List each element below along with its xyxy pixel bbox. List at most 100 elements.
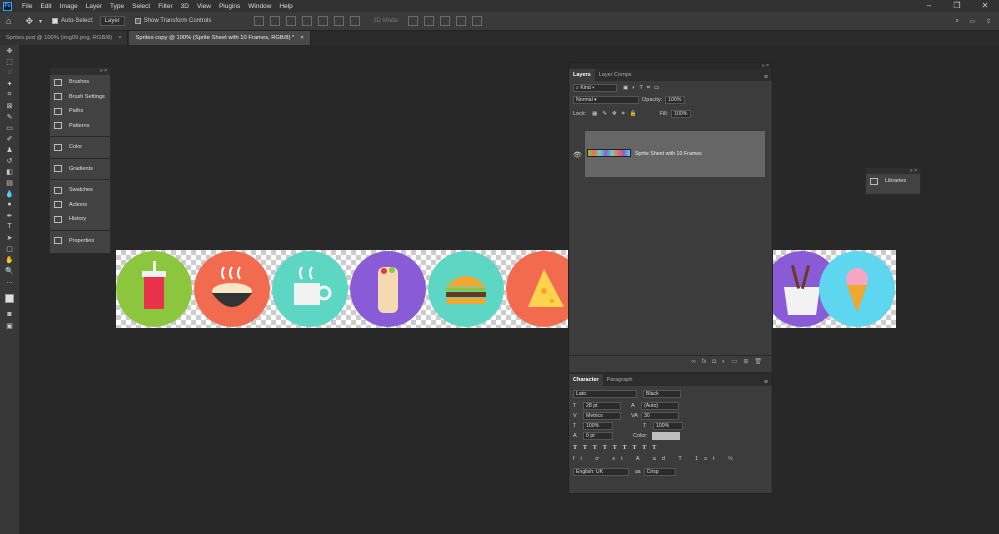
panel-paths[interactable]: Paths <box>50 104 110 119</box>
type-style-buttons[interactable]: TTTTTTTTT <box>569 445 772 451</box>
menu-type[interactable]: Type <box>106 3 128 10</box>
more-icon[interactable] <box>350 16 361 26</box>
font-size-field[interactable]: 28 pt <box>583 402 621 410</box>
leading-field[interactable]: (Auto) <box>641 402 679 410</box>
language-dropdown[interactable]: English: UK <box>573 468 629 476</box>
fill-field[interactable]: 100% <box>671 110 692 118</box>
tab-layers[interactable]: Layers <box>569 69 595 81</box>
search-icon[interactable]: ⌕ <box>956 18 959 25</box>
panel-libraries[interactable]: Libraries <box>866 174 920 189</box>
color-swatches-icon[interactable] <box>0 287 19 309</box>
roll-3d-icon[interactable] <box>424 16 435 26</box>
maximize-icon[interactable]: ❐ <box>943 0 971 12</box>
new-layer-icon[interactable]: ⊞ <box>743 358 748 365</box>
frame-tool-icon[interactable]: ⊠ <box>0 100 19 111</box>
menu-help[interactable]: Help <box>275 3 296 10</box>
align-middle-icon[interactable] <box>318 16 329 26</box>
tab-paragraph[interactable]: Paragraph <box>603 374 637 386</box>
trash-icon[interactable]: 🗑 <box>754 358 762 365</box>
align-right-icon[interactable] <box>286 16 297 26</box>
align-left-icon[interactable] <box>254 16 265 26</box>
kerning-field[interactable]: Metrics <box>583 412 621 420</box>
group-icon[interactable]: ▭ <box>732 358 738 365</box>
brush-tool-icon[interactable]: ✐ <box>0 133 19 144</box>
baseline-field[interactable]: 0 pt <box>583 432 613 440</box>
menu-file[interactable]: File <box>18 3 36 10</box>
font-family-dropdown[interactable]: Lato <box>573 390 637 398</box>
menu-view[interactable]: View <box>193 3 215 10</box>
font-style-dropdown[interactable]: Black <box>643 390 681 398</box>
align-top-icon[interactable] <box>302 16 313 26</box>
menu-window[interactable]: Window <box>244 3 275 10</box>
panel-header[interactable]: » × <box>50 68 110 75</box>
text-color-swatch[interactable] <box>651 432 680 440</box>
horizontal-scale-field[interactable]: 100% <box>653 422 683 430</box>
opentype-buttons[interactable]: fi ơ st A ad T 1st ½ <box>569 456 772 462</box>
fx-icon[interactable]: fx <box>702 359 707 365</box>
type-tool-icon[interactable]: T <box>0 221 19 232</box>
history-brush-icon[interactable]: ↺ <box>0 155 19 166</box>
blend-mode-dropdown[interactable]: Normal ▾ <box>573 96 639 104</box>
antialias-dropdown[interactable]: Crisp <box>643 468 676 476</box>
lock-icons[interactable]: ▦✎✥⌗🔒 <box>592 111 641 118</box>
panel-actions[interactable]: Actions <box>50 198 110 213</box>
panel-menu-icon[interactable]: ≡ <box>764 379 768 386</box>
panel-menu-icon[interactable]: ≡ <box>764 74 768 81</box>
blur-tool-icon[interactable]: 💧 <box>0 188 19 199</box>
align-center-icon[interactable] <box>270 16 281 26</box>
panel-brush-settings[interactable]: Brush Settings <box>50 90 110 105</box>
kind-filter-dropdown[interactable]: ⌕ Kind ▾ <box>573 84 617 92</box>
menu-layer[interactable]: Layer <box>82 3 106 10</box>
panel-gradients[interactable]: Gradients <box>50 162 110 177</box>
menu-edit[interactable]: Edit <box>36 3 55 10</box>
panel-history[interactable]: History <box>50 212 110 227</box>
lasso-tool-icon[interactable]: ◌ <box>0 67 19 78</box>
tab-layer-comps[interactable]: Layer Comps <box>595 69 636 81</box>
vertical-scale-field[interactable]: 100% <box>583 422 613 430</box>
magic-wand-icon[interactable]: ✦ <box>0 78 19 89</box>
share-icon[interactable]: ⇪ <box>986 18 991 25</box>
zoom-tool-icon[interactable]: 🔍 <box>0 265 19 276</box>
close-icon[interactable]: × <box>118 35 121 41</box>
tab-character[interactable]: Character <box>569 374 603 386</box>
screen-mode-icon[interactable]: ▣ <box>0 320 19 331</box>
tracking-field[interactable]: 30 <box>641 412 679 420</box>
dodge-tool-icon[interactable]: ● <box>0 199 19 210</box>
hand-tool-icon[interactable]: ✋ <box>0 254 19 265</box>
menu-select[interactable]: Select <box>128 3 154 10</box>
quick-mask-icon[interactable]: ◙ <box>0 309 19 320</box>
menu-3d[interactable]: 3D <box>177 3 193 10</box>
shape-tool-icon[interactable]: ▢ <box>0 243 19 254</box>
opacity-field[interactable]: 100% <box>665 96 686 104</box>
align-bottom-icon[interactable] <box>334 16 345 26</box>
panel-swatches[interactable]: Swatches <box>50 183 110 198</box>
menu-image[interactable]: Image <box>56 3 82 10</box>
close-icon[interactable]: ✕ <box>971 0 999 12</box>
minimize-icon[interactable]: – <box>915 0 943 12</box>
eraser-icon[interactable]: ◧ <box>0 166 19 177</box>
auto-select-dropdown[interactable]: Layer <box>99 16 125 26</box>
pan-3d-icon[interactable] <box>440 16 451 26</box>
move-tool-icon[interactable]: ✥ <box>25 16 33 27</box>
panel-color[interactable]: Color <box>50 140 110 155</box>
menu-plugins[interactable]: Plugins <box>215 3 244 10</box>
rotate-3d-icon[interactable] <box>408 16 419 26</box>
eyedropper-icon[interactable]: ✎ <box>0 111 19 122</box>
workspace-icon[interactable]: ▭ <box>969 18 975 25</box>
pen-tool-icon[interactable]: ✒ <box>0 210 19 221</box>
marquee-tool-icon[interactable]: ⬚ <box>0 56 19 67</box>
tab-sprites-psd[interactable]: Sprites.psd @ 100% (img09.png, RGB/8) × <box>0 31 129 45</box>
panel-properties[interactable]: Properties <box>50 234 110 249</box>
gradient-tool-icon[interactable]: ▤ <box>0 177 19 188</box>
tab-sprites-copy[interactable]: Sprites copy @ 100% (Sprite Sheet with 1… <box>129 31 311 45</box>
more-tools-icon[interactable]: … <box>0 276 19 287</box>
adjustment-icon[interactable]: ◐ <box>722 359 726 365</box>
document-canvas[interactable] <box>116 250 896 328</box>
auto-select-checkbox[interactable]: Auto-Select: <box>52 18 94 24</box>
show-transform-checkbox[interactable]: Show Transform Controls <box>134 18 211 24</box>
visibility-eye-icon[interactable]: 👁 <box>573 151 582 159</box>
slide-3d-icon[interactable] <box>456 16 467 26</box>
chevron-down-icon[interactable]: ▾ <box>39 18 42 25</box>
mask-icon[interactable]: ◘ <box>712 359 716 365</box>
home-icon[interactable]: ⌂ <box>6 16 11 26</box>
